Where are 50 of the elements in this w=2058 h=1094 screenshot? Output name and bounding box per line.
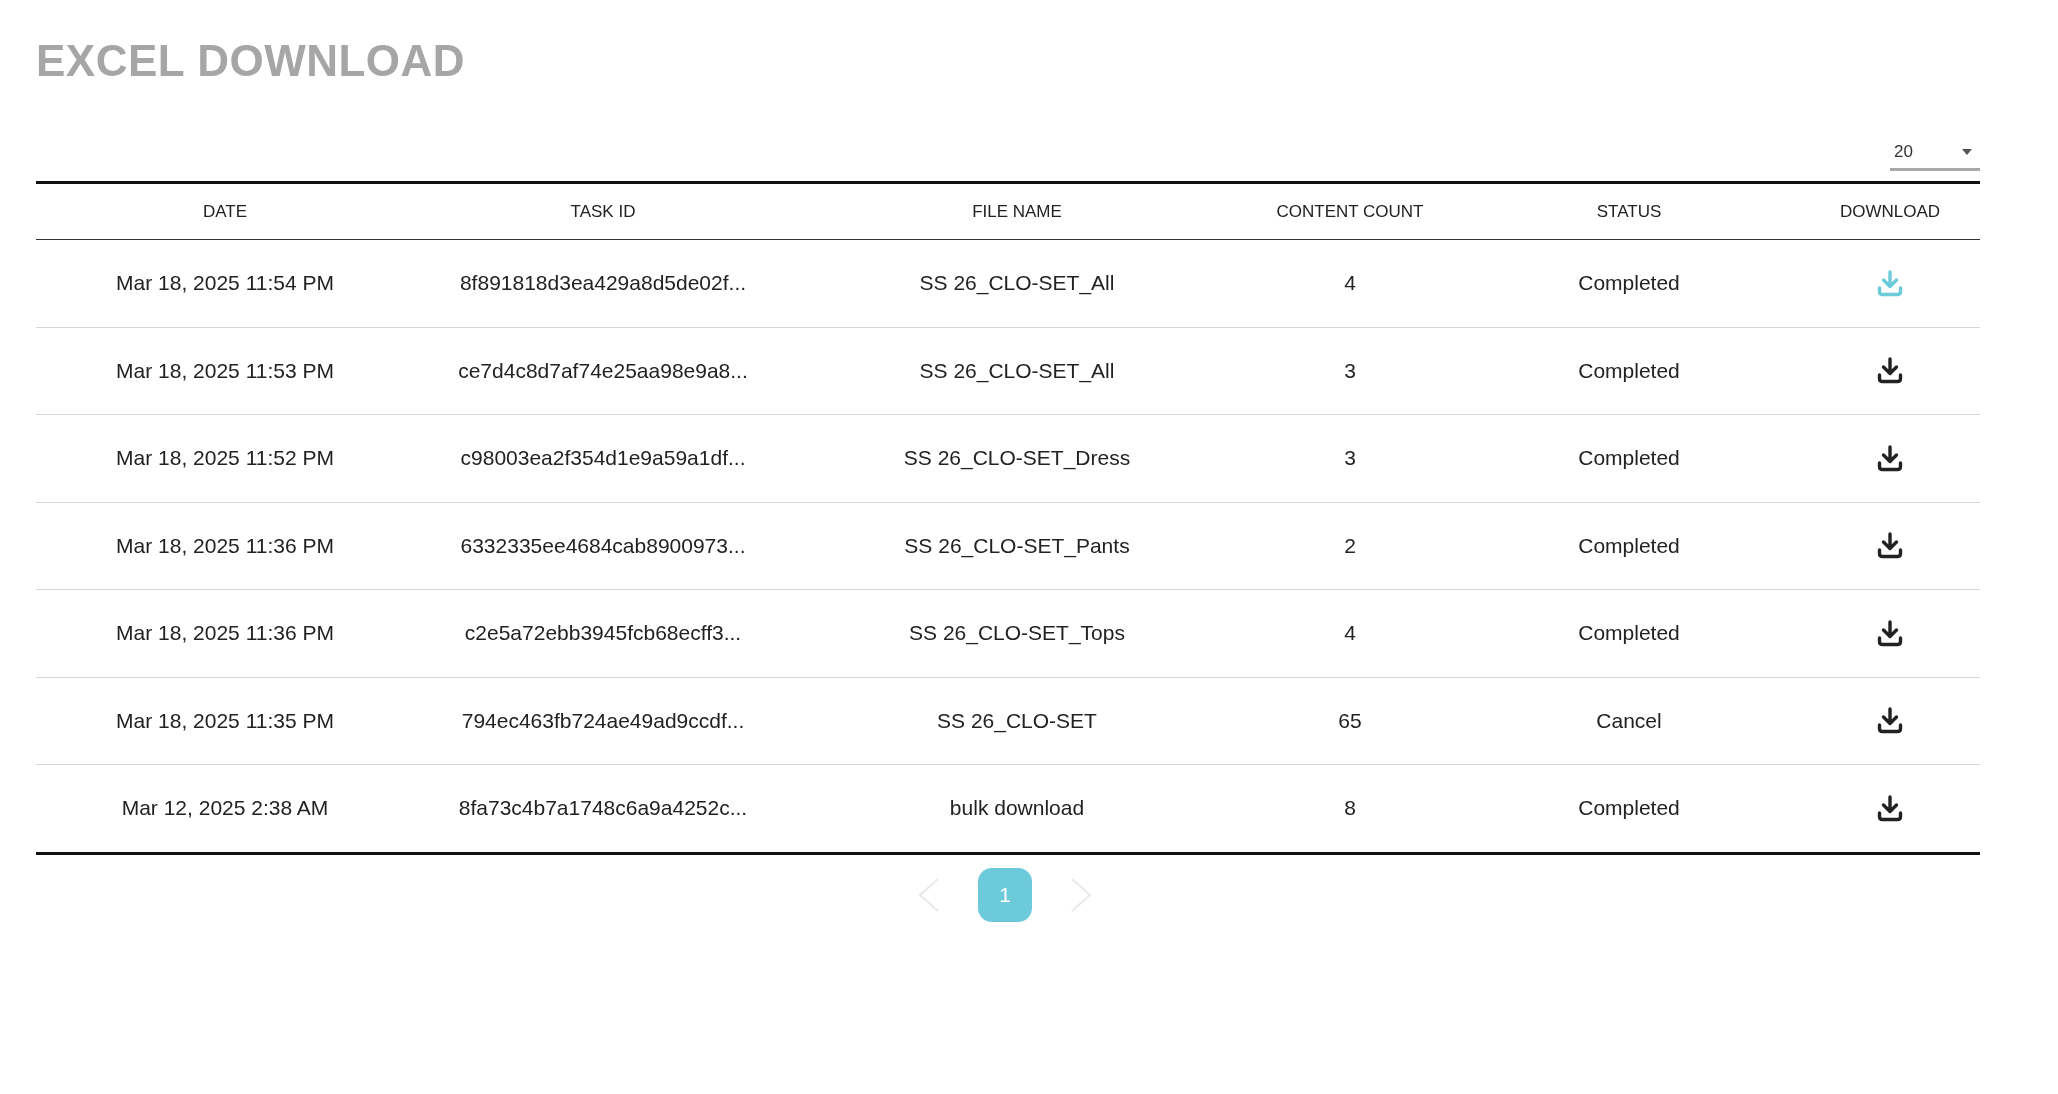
- date-cell: Mar 18, 2025 11:53 PM: [116, 358, 334, 383]
- download-icon[interactable]: [1877, 619, 1903, 647]
- status-cell: Completed: [1578, 621, 1680, 646]
- status-cell: Completed: [1578, 358, 1680, 383]
- column-header: DATE: [202, 201, 248, 222]
- file-name-cell: SS 26_CLO-SET_Dress: [903, 446, 1131, 471]
- content-count-cell: 3: [1344, 358, 1356, 383]
- task-id-cell: c2e5a72ebb3945fcb68ecff3...: [464, 621, 742, 646]
- file-name-cell: SS 26_CLO-SET_Pants: [904, 533, 1130, 558]
- content-count-cell: 2: [1344, 533, 1356, 558]
- task-id-cell: 6332335ee4684cab8900973...: [460, 533, 746, 558]
- download-icon[interactable]: [1877, 532, 1903, 560]
- task-id-cell: 8fa73c4b7a1748c6a9a4252c...: [458, 796, 748, 821]
- file-name-cell: SS 26_CLO-SET_All: [919, 358, 1115, 383]
- status-cell: Completed: [1578, 446, 1680, 471]
- date-cell: Mar 18, 2025 11:36 PM: [116, 533, 334, 558]
- content-count-cell: 3: [1344, 446, 1356, 471]
- download-icon[interactable]: [1877, 357, 1903, 385]
- column-header: CONTENT COUNT: [1276, 201, 1424, 222]
- page-title: EXCEL DOWNLOAD: [36, 35, 467, 87]
- task-id-cell: 794ec463fb724ae49ad9ccdf...: [461, 708, 745, 733]
- task-id-cell: ce7d4c8d7af74e25aa98e9a8...: [458, 358, 748, 383]
- status-cell: Completed: [1578, 533, 1680, 558]
- content-count-cell: 8: [1344, 796, 1356, 821]
- page-size-dropdown[interactable]: 20: [1890, 142, 1980, 171]
- content-count-cell: 4: [1344, 271, 1356, 296]
- column-header: STATUS: [1596, 201, 1662, 222]
- column-header: DOWNLOAD: [1839, 201, 1941, 222]
- content-count-cell: 4: [1344, 621, 1356, 646]
- column-header: TASK ID: [570, 201, 636, 222]
- file-name-cell: bulk download: [949, 796, 1085, 821]
- caret-icon: [1962, 149, 1972, 155]
- download-icon[interactable]: [1877, 444, 1903, 472]
- date-cell: Mar 18, 2025 11:52 PM: [116, 446, 334, 471]
- date-cell: Mar 18, 2025 11:35 PM: [116, 708, 334, 733]
- file-name-cell: SS 26_CLO-SET: [937, 708, 1097, 733]
- content-count-cell: 65: [1338, 708, 1362, 733]
- status-cell: Completed: [1578, 271, 1680, 296]
- status-cell: Cancel: [1596, 708, 1662, 733]
- download-icon[interactable]: [1877, 794, 1903, 822]
- column-header: FILE NAME: [972, 201, 1062, 222]
- file-name-cell: SS 26_CLO-SET_Tops: [909, 621, 1125, 646]
- task-id-cell: c98003ea2f354d1e9a59a1df...: [460, 446, 746, 471]
- status-cell: Completed: [1578, 796, 1680, 821]
- date-cell: Mar 18, 2025 11:54 PM: [116, 271, 334, 296]
- file-name-cell: SS 26_CLO-SET_All: [919, 271, 1115, 296]
- download-icon[interactable]: [1877, 707, 1903, 735]
- task-id-cell: 8f891818d3ea429a8d5de02f...: [459, 271, 747, 296]
- date-cell: Mar 18, 2025 11:36 PM: [116, 621, 334, 646]
- date-cell: Mar 12, 2025 2:38 AM: [121, 796, 329, 821]
